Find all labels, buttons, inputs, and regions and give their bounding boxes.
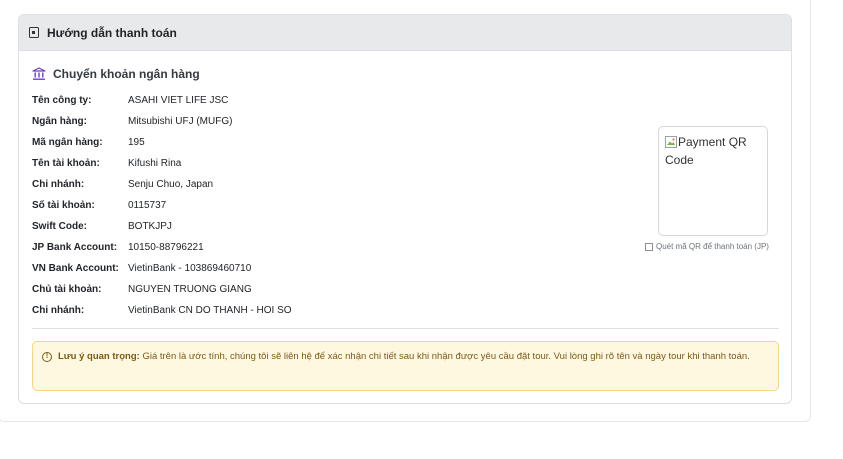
bank-transfer-title: Chuyển khoản ngân hàng bbox=[53, 67, 200, 81]
info-row: JP Bank Account: 10150-88796221 bbox=[32, 237, 292, 258]
info-row: Chi nhánh: Senju Chuo, Japan bbox=[32, 174, 292, 195]
info-row: Chi nhánh: VietinBank CN DO THANH - HOI S… bbox=[32, 300, 292, 321]
info-label: Chi nhánh: bbox=[32, 305, 85, 316]
info-icon: ! bbox=[42, 352, 52, 362]
info-value: NGUYEN TRUONG GIANG bbox=[128, 284, 252, 295]
info-row: Ngân hàng: Mitsubishi UFJ (MUFG) bbox=[32, 111, 292, 132]
info-label: Tên công ty: bbox=[32, 95, 92, 106]
info-label: Chủ tài khoản: bbox=[32, 284, 102, 295]
info-label: Mã ngân hàng: bbox=[32, 137, 103, 148]
info-row: Tên công ty: ASAHI VIET LIFE JSC bbox=[32, 90, 292, 111]
info-value: 0115737 bbox=[128, 200, 167, 211]
info-label: Tên tài khoản: bbox=[32, 158, 100, 169]
qr-caption: Quét mã QR để thanh toán (JP) bbox=[645, 242, 769, 251]
card-header: Hướng dẫn thanh toán bbox=[19, 15, 791, 51]
qr-code-image: Payment QR Code bbox=[658, 126, 768, 236]
info-row: Swift Code: BOTKJPJ bbox=[32, 216, 292, 237]
info-value: VietinBank CN DO THANH - HOI SO bbox=[128, 305, 292, 316]
info-label: Chi nhánh: bbox=[32, 179, 85, 190]
important-notice: ! Lưu ý quan trọng: Giá trên là ước tính… bbox=[32, 341, 779, 391]
info-row: Tên tài khoản: Kifushi Rina bbox=[32, 153, 292, 174]
info-value: 10150-88796221 bbox=[128, 242, 204, 253]
notice-label: Lưu ý quan trọng: bbox=[58, 351, 140, 362]
info-label: Ngân hàng: bbox=[32, 116, 87, 127]
qr-icon bbox=[645, 242, 653, 251]
broken-image-icon bbox=[665, 136, 677, 148]
info-label: Số tài khoản: bbox=[32, 200, 95, 211]
card-title: Hướng dẫn thanh toán bbox=[47, 25, 177, 40]
payment-instructions-card: Hướng dẫn thanh toán Chuyển khoản ngân h… bbox=[18, 14, 792, 404]
qr-caption-text: Quét mã QR để thanh toán (JP) bbox=[656, 242, 769, 251]
info-label: JP Bank Account: bbox=[32, 242, 118, 253]
qr-alt-text: Payment QR Code bbox=[665, 135, 747, 167]
info-row: Chủ tài khoản: NGUYEN TRUONG GIANG bbox=[32, 279, 292, 300]
notice-text: Giá trên là ước tính, chúng tôi sẽ liên … bbox=[142, 351, 750, 362]
info-value: VietinBank - 103869460710 bbox=[128, 263, 252, 274]
divider bbox=[32, 328, 779, 329]
info-value: BOTKJPJ bbox=[128, 221, 172, 232]
bank-icon bbox=[32, 67, 46, 80]
info-row: VN Bank Account: VietinBank - 10386946071… bbox=[32, 258, 292, 279]
info-value: Mitsubishi UFJ (MUFG) bbox=[128, 116, 233, 127]
info-label: VN Bank Account: bbox=[32, 263, 119, 274]
info-value: 195 bbox=[128, 137, 145, 148]
info-value: Kifushi Rina bbox=[128, 158, 182, 169]
info-label: Swift Code: bbox=[32, 221, 87, 232]
info-value: Senju Chuo, Japan bbox=[128, 179, 214, 190]
cash-icon bbox=[29, 27, 39, 38]
info-row: Số tài khoản: 0115737 bbox=[32, 195, 292, 216]
bank-transfer-heading: Chuyển khoản ngân hàng bbox=[32, 67, 200, 81]
bank-info-list: Tên công ty: ASAHI VIET LIFE JSC Ngân hàng… bbox=[32, 90, 292, 321]
info-value: ASAHI VIET LIFE JSC bbox=[128, 95, 229, 106]
info-row: Mã ngân hàng: 195 bbox=[32, 132, 292, 153]
